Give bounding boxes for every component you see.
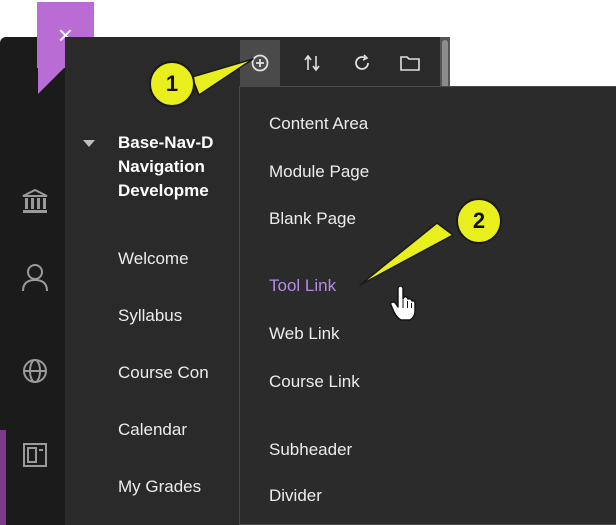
callout-2-arrow [359, 222, 454, 286]
callout-number: 2 [472, 208, 486, 233]
callout-number: 1 [165, 71, 179, 96]
callout-1: 1 [149, 61, 195, 107]
callout-arrows [191, 58, 454, 286]
callout-2: 2 [456, 198, 502, 244]
callout-1-arrow [191, 58, 254, 96]
